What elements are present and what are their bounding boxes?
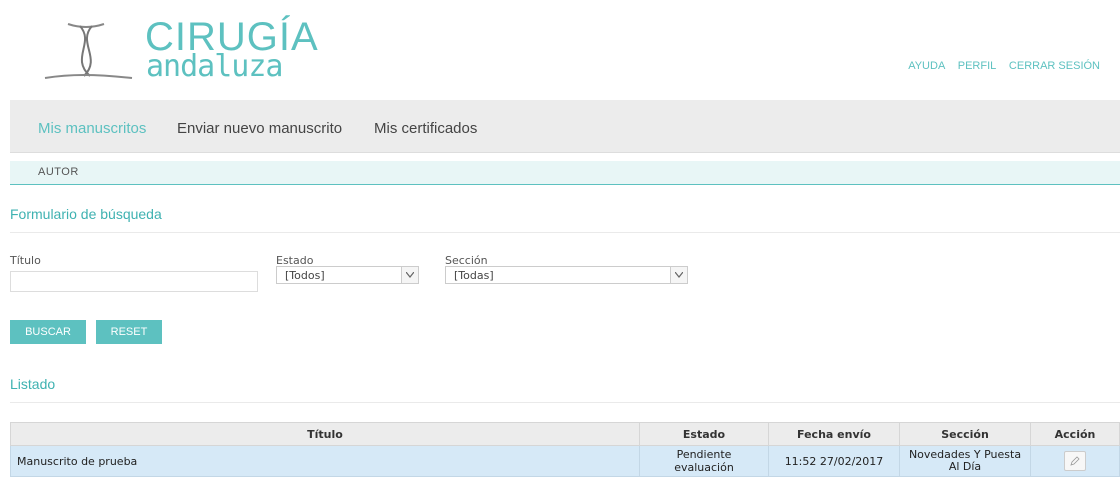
cell-seccion: Novedades Y Puesta Al Día	[899, 445, 1031, 477]
column-header-titulo[interactable]: Título	[10, 422, 640, 446]
column-header-estado[interactable]: Estado	[639, 422, 769, 446]
nav-enviar-nuevo-manuscrito[interactable]: Enviar nuevo manuscrito	[177, 120, 342, 137]
column-header-accion: Acción	[1030, 422, 1120, 446]
seccion-select-value: [Todas]	[454, 269, 494, 282]
reset-button[interactable]: RESET	[96, 320, 162, 344]
nav-mis-manuscritos[interactable]: Mis manuscritos	[38, 120, 146, 137]
column-header-seccion[interactable]: Sección	[899, 422, 1031, 446]
intertwined-rope-logo	[44, 23, 133, 79]
role-bar: AUTOR	[10, 161, 1120, 185]
nav-mis-certificados[interactable]: Mis certificados	[374, 120, 477, 137]
titulo-label: Título	[10, 254, 41, 267]
titulo-input[interactable]	[10, 271, 258, 292]
chevron-down-icon	[401, 267, 418, 283]
cell-titulo[interactable]: Manuscrito de prueba	[10, 445, 640, 477]
manuscripts-table: Título Estado Fecha envío Sección Acción…	[10, 422, 1120, 477]
cell-fecha-envio: 11:52 27/02/2017	[768, 445, 900, 477]
role-label: AUTOR	[38, 166, 79, 178]
chevron-down-icon	[670, 267, 687, 283]
main-nav: Mis manuscritos Enviar nuevo manuscrito …	[10, 100, 1120, 153]
edit-button[interactable]	[1064, 451, 1086, 471]
table-header-row: Título Estado Fecha envío Sección Acción	[10, 422, 1120, 446]
column-header-fecha-envio[interactable]: Fecha envío	[768, 422, 900, 446]
link-cerrar-sesion[interactable]: CERRAR SESIÓN	[1009, 60, 1100, 72]
logo-text-andaluza: andaluza	[146, 49, 283, 84]
divider	[10, 402, 1120, 403]
estado-select[interactable]: [Todos]	[276, 266, 419, 284]
table-row[interactable]: Manuscrito de prueba Pendiente evaluació…	[10, 445, 1120, 477]
link-ayuda[interactable]: AYUDA	[908, 60, 944, 72]
seccion-select[interactable]: [Todas]	[445, 266, 688, 284]
listado-title: Listado	[10, 376, 56, 392]
logo[interactable]: CIRUGÍA andaluza	[40, 17, 318, 90]
search-form-title: Formulario de búsqueda	[10, 206, 162, 222]
pencil-icon	[1070, 456, 1080, 466]
cell-estado: Pendiente evaluación	[639, 445, 769, 477]
cell-accion	[1030, 445, 1120, 477]
divider	[10, 232, 1120, 233]
link-perfil[interactable]: PERFIL	[958, 60, 996, 72]
buscar-button[interactable]: BUSCAR	[10, 320, 86, 344]
header: CIRUGÍA andaluza AYUDA PERFIL CERRAR SES…	[0, 0, 1120, 100]
estado-select-value: [Todos]	[285, 269, 325, 282]
top-links: AYUDA PERFIL CERRAR SESIÓN	[898, 60, 1100, 72]
